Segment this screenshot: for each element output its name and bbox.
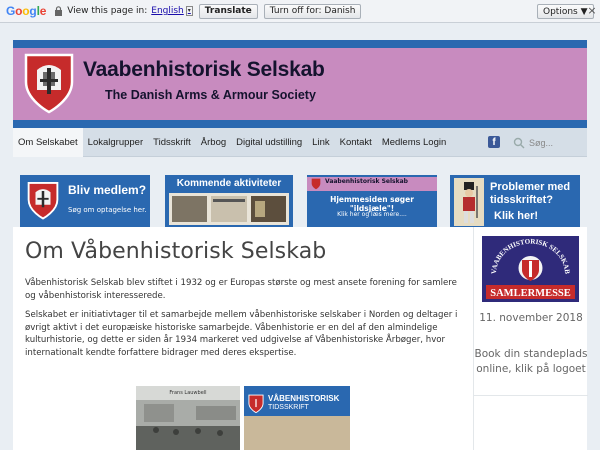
language-select[interactable]: English ▾ xyxy=(151,6,193,16)
nav-item-kontakt[interactable]: Kontakt xyxy=(335,128,377,157)
card-title: Problemer med tidsskriftet? xyxy=(490,181,571,206)
book-photo xyxy=(136,400,240,450)
thumbnail-collage xyxy=(172,196,286,222)
language-select-label: English xyxy=(151,6,184,16)
magazine-title: VÅBENHISTORISK xyxy=(268,394,340,403)
card-header-text: Vaabenhistorisk Selskab xyxy=(325,178,408,185)
site-subtitle: The Danish Arms & Armour Society xyxy=(105,88,316,102)
promo-cards: Bliv medlem? Søg om optagelse her. Komme… xyxy=(20,175,585,227)
sidebar: VAABENHISTORISK SELSKAB SAMLERMESSE 11. … xyxy=(473,227,588,450)
close-icon[interactable]: × xyxy=(586,4,598,18)
card-become-member[interactable]: Bliv medlem? Søg om optagelse her. xyxy=(20,175,150,227)
nav-item-om-selskabet[interactable]: Om Selskabet xyxy=(13,127,83,157)
nav-item-medlems-login[interactable]: Medlems Login xyxy=(377,128,451,157)
shield-logo-icon xyxy=(311,178,321,190)
card-magazine-problems[interactable]: Problemer med tidsskriftet? Klik her! xyxy=(450,175,580,227)
shield-logo-icon xyxy=(248,394,264,414)
nav-item-arbog[interactable]: Årbog xyxy=(196,128,231,157)
search-input[interactable]: Søg... xyxy=(513,132,587,153)
search-icon xyxy=(513,137,525,148)
card-upcoming-activities[interactable]: Kommende aktiviteter xyxy=(165,175,293,227)
activities-thumbnail xyxy=(169,193,289,225)
nav-item-tidsskrift[interactable]: Tidsskrift xyxy=(148,128,196,157)
page-title: Om Våbenhistorisk Selskab xyxy=(25,239,327,264)
card-subtitle: Søg om optagelse her. xyxy=(68,206,147,214)
banner-band: Vaabenhistorisk Selskab The Danish Arms … xyxy=(13,48,587,120)
google-logo: Google xyxy=(6,4,47,18)
search-placeholder: Søg... xyxy=(529,137,554,148)
translate-bar: Google View this page in: English ▾ Tran… xyxy=(0,0,600,23)
soldier-illustration xyxy=(454,178,484,226)
nav-item-link[interactable]: Link xyxy=(307,128,334,157)
facebook-icon[interactable]: f xyxy=(488,136,500,148)
chevron-down-icon: ▾ xyxy=(185,6,193,16)
card-header: Vaabenhistorisk Selskab xyxy=(307,177,437,191)
samlermesse-logo[interactable]: VAABENHISTORISK SELSKAB SAMLERMESSE xyxy=(482,236,579,302)
turn-off-button[interactable]: Turn off for: Danish xyxy=(263,3,362,19)
site-banner[interactable]: Vaabenhistorisk Selskab The Danish Arms … xyxy=(13,40,587,129)
nav-item-digital-udstilling[interactable]: Digital udstilling xyxy=(231,128,307,157)
shield-logo-icon xyxy=(27,181,59,220)
divider xyxy=(474,395,588,396)
card-volunteers[interactable]: Vaabenhistorisk Selskab Hjemmesiden søge… xyxy=(307,175,437,227)
publication-covers: Frans Lauwbell VÅBENHISTORISK TIDSSKRIFT xyxy=(136,386,351,450)
fair-date: 11. november 2018 xyxy=(479,312,583,324)
cooperation-paragraph: Selskabet er initiativtager til et samar… xyxy=(25,310,458,358)
magazine-image xyxy=(244,416,350,450)
card-subtitle: Klik her! xyxy=(494,210,539,222)
magazine-subtitle: TIDSSKRIFT xyxy=(268,404,309,411)
intro-paragraph: Våbenhistorisk Selskab blev stiftet i 19… xyxy=(25,278,457,301)
shield-logo-icon xyxy=(24,53,74,114)
nav-item-lokalgrupper[interactable]: Lokalgrupper xyxy=(83,128,148,157)
booking-text[interactable]: Book din standeplads online, klik på log… xyxy=(474,347,588,377)
main-content: Om Våbenhistorisk Selskab Våbenhistorisk… xyxy=(13,227,473,450)
lock-icon xyxy=(54,6,63,16)
translate-prompt: View this page in: xyxy=(67,6,148,16)
card-subtitle: Klik her og læs mere.... xyxy=(337,211,407,218)
magazine-cover[interactable]: VÅBENHISTORISK TIDSSKRIFT xyxy=(244,386,350,450)
translate-button[interactable]: Translate xyxy=(198,3,258,19)
site-title: Vaabenhistorisk Selskab xyxy=(83,58,325,81)
card-title: Bliv medlem? xyxy=(68,183,147,197)
card-title: Kommende aktiviteter xyxy=(176,178,282,189)
main-nav: Om Selskabet Lokalgrupper Tidsskrift Årb… xyxy=(13,127,587,157)
logo-band-text: SAMLERMESSE xyxy=(490,288,571,299)
samlermesse-emblem: VAABENHISTORISK SELSKAB SAMLERMESSE xyxy=(482,236,579,302)
yearbook-cover[interactable]: Frans Lauwbell xyxy=(136,386,240,450)
